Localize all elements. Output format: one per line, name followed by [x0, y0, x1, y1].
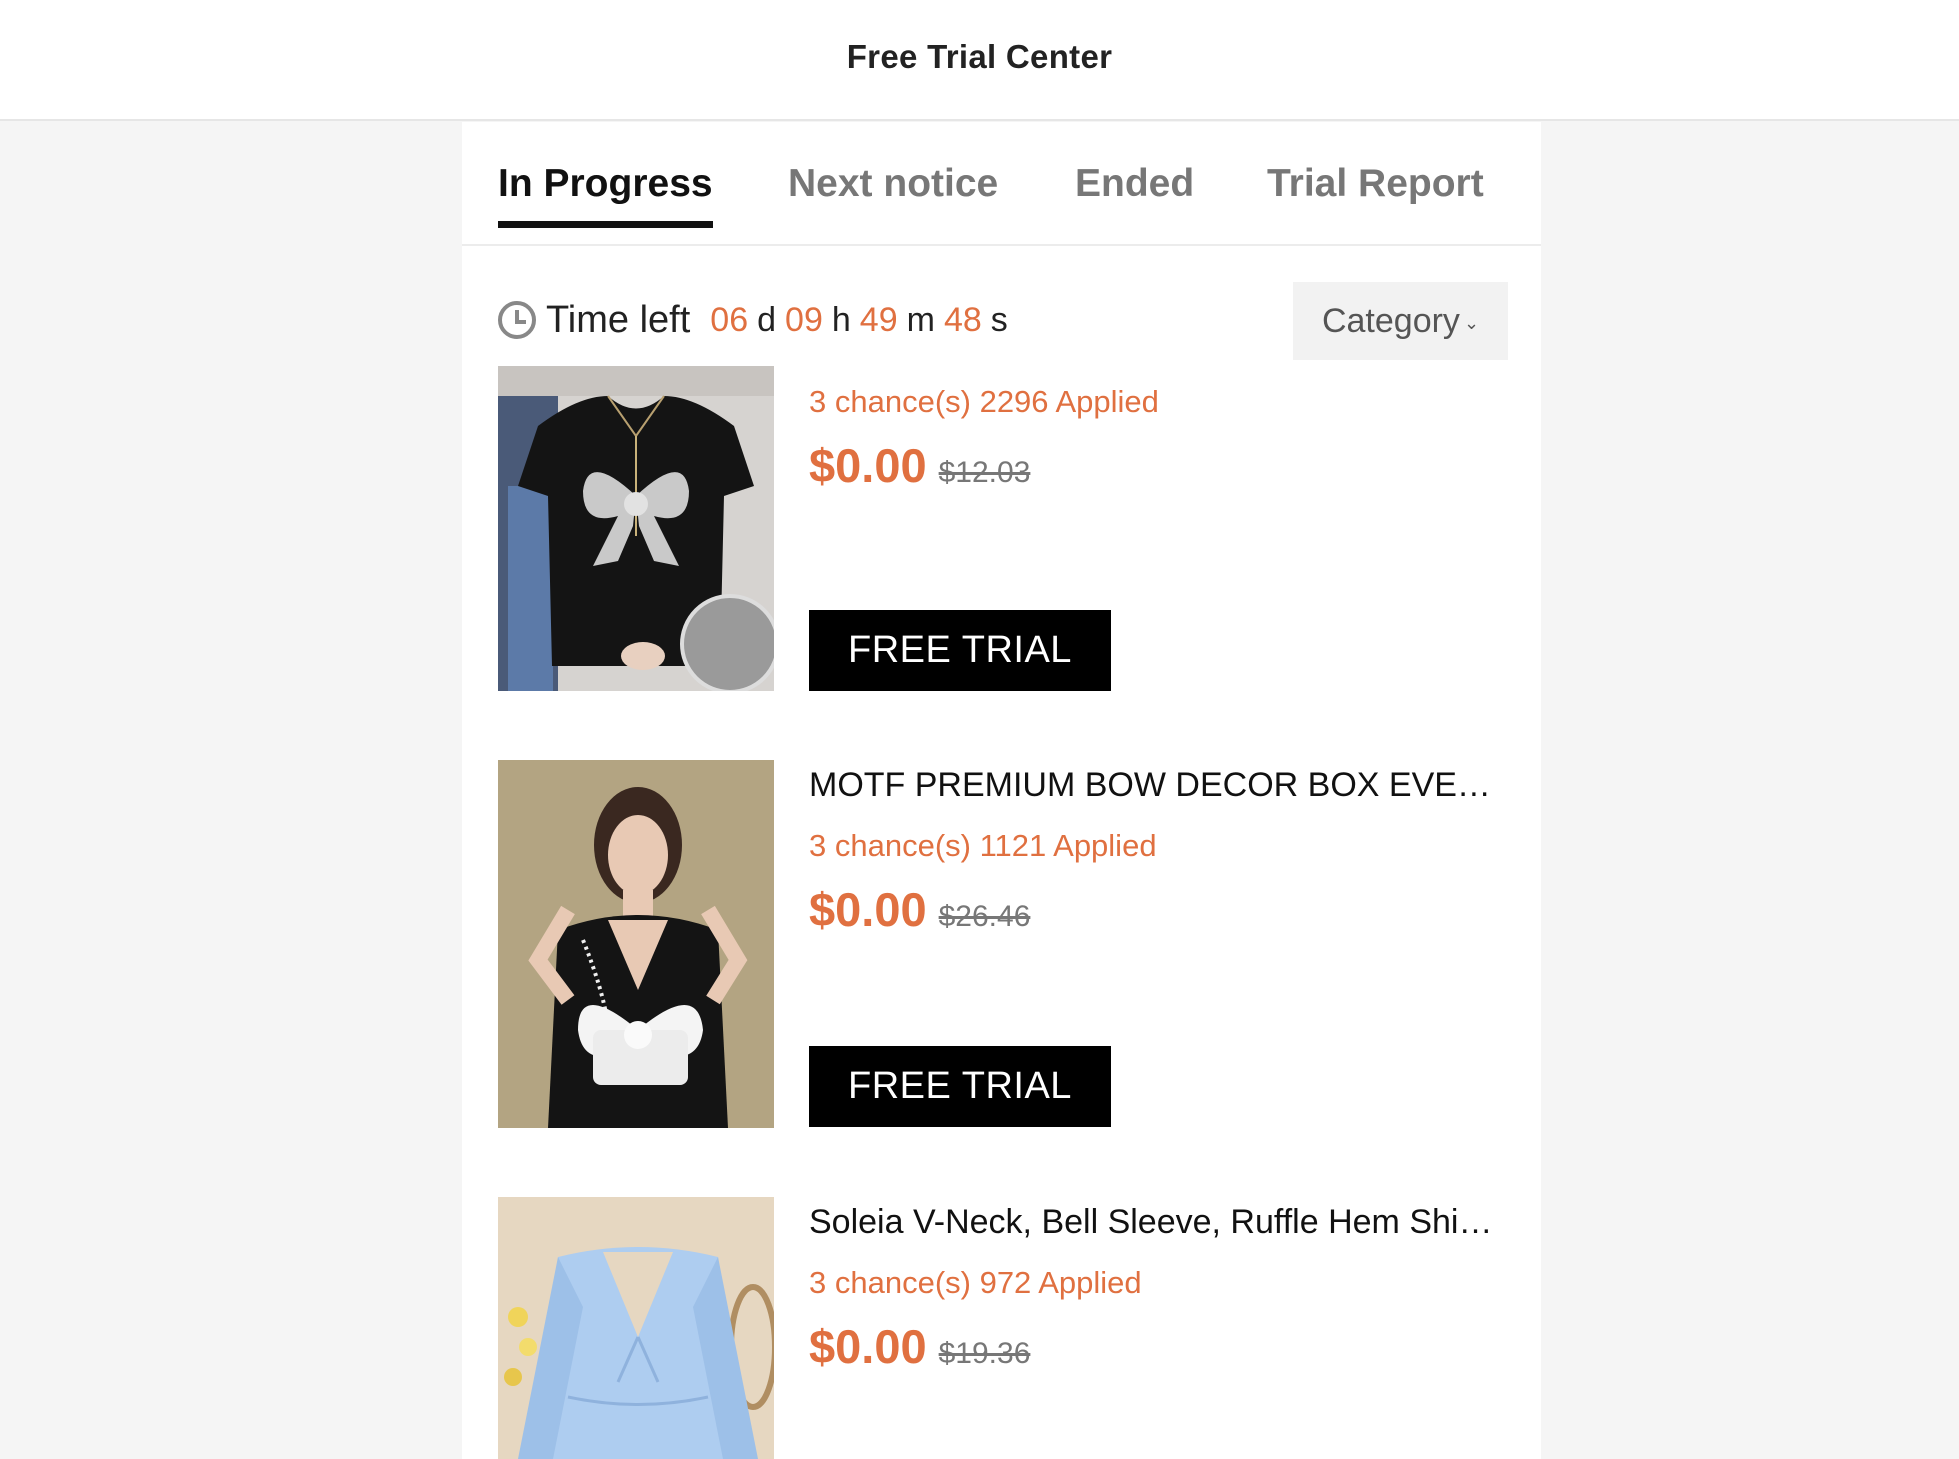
- minutes-value: 49: [859, 300, 898, 339]
- product-card[interactable]: Soleia V-Neck, Bell Sleeve, Ruffle Hem S…: [498, 1197, 1508, 1459]
- tab-in-progress[interactable]: In Progress: [498, 162, 713, 228]
- original-price: $12.03: [938, 456, 1031, 489]
- product-name[interactable]: Soleia V-Neck, Bell Sleeve, Ruffle Hem S…: [809, 1201, 1506, 1243]
- category-dropdown[interactable]: Category ⌄: [1293, 282, 1508, 360]
- original-price: $19.36: [938, 1337, 1031, 1370]
- seconds-value: 48: [943, 300, 982, 339]
- tab-bar: In Progress Next notice Ended Trial Repo…: [462, 122, 1541, 246]
- product-image[interactable]: [498, 760, 774, 1128]
- chances-text: 3 chance(s) 972 Applied: [809, 1265, 1142, 1300]
- trial-price: $0.00: [809, 439, 927, 492]
- product-image[interactable]: [498, 366, 774, 691]
- minutes-unit: m: [906, 300, 935, 339]
- free-trial-button[interactable]: FREE TRIAL: [809, 610, 1111, 691]
- free-trial-button[interactable]: FREE TRIAL: [809, 1046, 1111, 1127]
- tab-trial-report[interactable]: Trial Report: [1267, 162, 1484, 206]
- tab-ended[interactable]: Ended: [1075, 162, 1194, 206]
- product-name[interactable]: MOTF PREMIUM BOW DECOR BOX EVE…: [809, 764, 1506, 806]
- main-panel: In Progress Next notice Ended Trial Repo…: [462, 122, 1541, 1459]
- clock-icon: [498, 301, 536, 339]
- product-card[interactable]: 3 chance(s) 2296 Applied $0.00 $12.03 FR…: [498, 366, 1508, 691]
- product-info: 3 chance(s) 2296 Applied $0.00 $12.03: [809, 366, 1509, 493]
- original-price: $26.46: [938, 900, 1031, 933]
- days-unit: d: [757, 300, 777, 339]
- trial-price: $0.00: [809, 883, 927, 936]
- chances-text: 3 chance(s) 2296 Applied: [809, 384, 1159, 419]
- seconds-unit: s: [990, 300, 1008, 339]
- tab-next-notice[interactable]: Next notice: [788, 162, 998, 206]
- chances-text: 3 chance(s) 1121 Applied: [809, 828, 1157, 863]
- product-image[interactable]: [498, 1197, 774, 1459]
- price-row: $0.00 $26.46: [809, 882, 1509, 937]
- days-value: 06: [710, 300, 749, 339]
- price-row: $0.00 $12.03: [809, 438, 1509, 493]
- countdown: Time left 06 d 09 h 49 m 48 s: [498, 282, 1017, 358]
- top-bar: Free Trial Center: [0, 0, 1959, 121]
- hours-value: 09: [785, 300, 823, 339]
- trial-price: $0.00: [809, 1320, 927, 1373]
- page-title: Free Trial Center: [846, 37, 1113, 75]
- product-card[interactable]: MOTF PREMIUM BOW DECOR BOX EVE… 3 chance…: [498, 760, 1508, 1128]
- chevron-down-icon: ⌄: [1463, 312, 1480, 333]
- hours-unit: h: [831, 300, 851, 339]
- product-info: Soleia V-Neck, Bell Sleeve, Ruffle Hem S…: [809, 1197, 1509, 1374]
- category-label: Category: [1321, 301, 1460, 340]
- product-info: MOTF PREMIUM BOW DECOR BOX EVE… 3 chance…: [809, 760, 1509, 937]
- price-row: $0.00 $19.36: [809, 1319, 1509, 1374]
- time-left-label: Time left: [546, 298, 691, 341]
